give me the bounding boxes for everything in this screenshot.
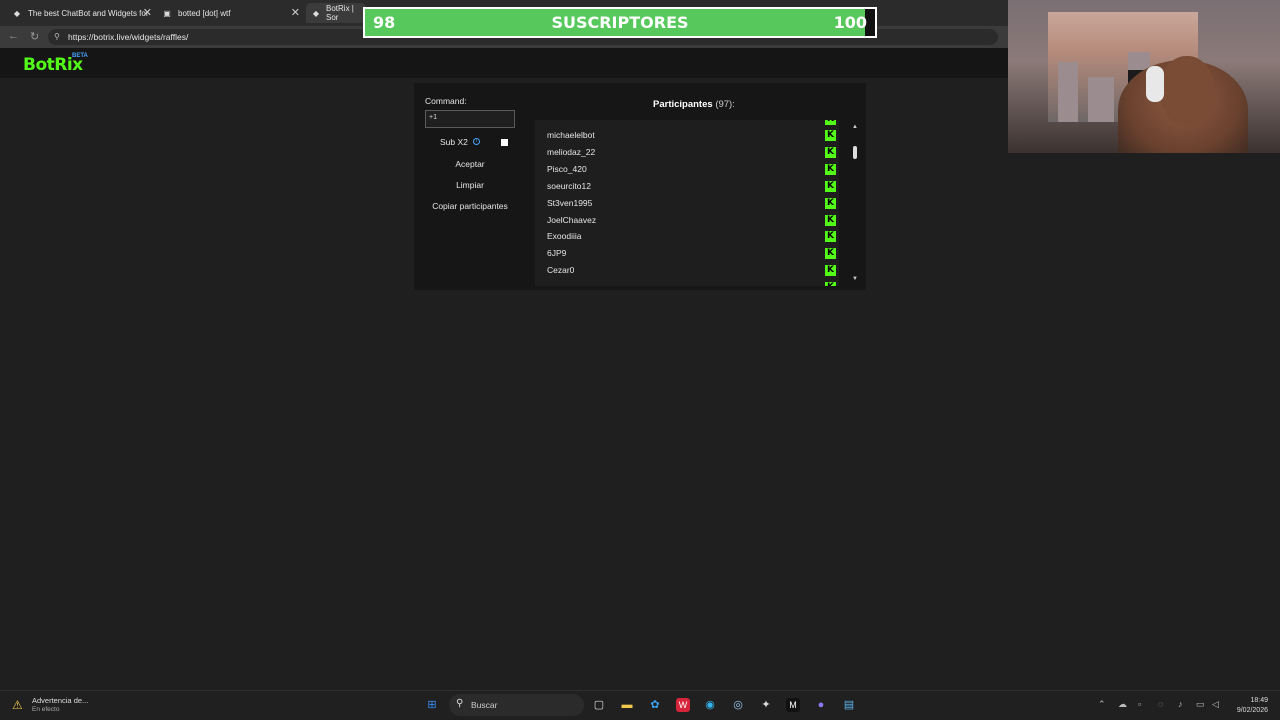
participant-name: Exoodiiia xyxy=(547,231,582,242)
participant-name: michaelelbot xyxy=(547,130,595,140)
tab-botrix[interactable]: ◆ BotRix | Sor xyxy=(306,3,366,23)
volume-icon[interactable]: ◁ xyxy=(1212,699,1219,710)
copilot-icon[interactable]: ✿ xyxy=(648,698,662,712)
participant-name: Cezar0 xyxy=(547,265,575,276)
microphone-icon[interactable]: ♪ xyxy=(1178,699,1183,709)
task-view-icon[interactable]: ▢ xyxy=(592,698,606,712)
streamer-head xyxy=(1160,56,1214,126)
tab-title: The best ChatBot and Widgets for xyxy=(28,8,149,18)
taskbar xyxy=(0,690,1280,720)
tray-app2-icon[interactable]: ◌ xyxy=(1158,699,1163,709)
kick-icon: K xyxy=(825,130,836,141)
file-explorer-icon[interactable]: ▬ xyxy=(620,698,634,712)
webcam-feed xyxy=(1008,0,1280,153)
windows-start-icon[interactable]: ⊞ xyxy=(425,698,439,712)
close-icon[interactable]: ✕ xyxy=(291,6,300,19)
time: 18:49 xyxy=(1250,697,1268,704)
steam-icon[interactable]: ◎ xyxy=(731,698,745,712)
kick-icon: K xyxy=(825,231,836,243)
goal-target: 100 xyxy=(833,13,867,32)
clear-button[interactable]: Limpiar xyxy=(425,177,515,192)
network-icon[interactable]: ▭ xyxy=(1196,699,1205,710)
botrix-icon: ◆ xyxy=(13,8,21,18)
edge-icon[interactable]: ◉ xyxy=(703,698,717,712)
participants-count: (97): xyxy=(715,99,735,110)
command-input[interactable]: +1 xyxy=(425,110,515,128)
wps-icon[interactable]: W xyxy=(676,698,690,712)
kick-icon: K xyxy=(825,163,836,175)
date: 9/02/2026 xyxy=(1236,707,1268,714)
notification-subtitle: En efecto xyxy=(32,706,60,713)
site-info-icon[interactable]: ⚲ xyxy=(54,32,60,41)
sub-x2-label: Sub X2 xyxy=(440,137,468,147)
participant-name: soeurcito12 xyxy=(547,180,591,191)
tray-chevron-icon[interactable]: ⌃ xyxy=(1098,699,1106,710)
headset xyxy=(1146,66,1164,102)
tab-title: botted [dot] wtf xyxy=(178,8,231,18)
app-m-icon[interactable]: M xyxy=(786,698,800,712)
notification-title[interactable]: Advertencia de... xyxy=(32,696,88,705)
subscriber-goal-bar: 98 SUSCRIPTORES 100 xyxy=(363,7,877,38)
scroll-thumb[interactable] xyxy=(853,146,857,159)
accept-button[interactable]: Aceptar xyxy=(425,156,515,171)
beta-badge: BETA xyxy=(72,53,88,59)
game-icon[interactable]: ✦ xyxy=(759,698,773,712)
tab-title: BotRix | Sor xyxy=(326,4,354,22)
participant-name: St3ven1995 xyxy=(547,197,593,208)
reload-icon[interactable]: ↻ xyxy=(30,30,39,43)
participant-name: 6JP9 xyxy=(547,248,567,259)
notepad-icon[interactable]: ▤ xyxy=(842,698,856,712)
onedrive-icon[interactable]: ☁ xyxy=(1118,699,1127,710)
discord-icon[interactable]: ● xyxy=(814,698,828,712)
app-header xyxy=(0,48,1008,78)
participant-name: meliodaz_22 xyxy=(547,146,596,157)
info-icon[interactable]: i xyxy=(473,138,480,145)
search-icon: ⚲ xyxy=(456,698,464,709)
url-text: https://botrix.live/widgets/raffles/ xyxy=(68,32,189,42)
site-icon: ▣ xyxy=(163,8,171,18)
kick-icon: K xyxy=(825,197,836,209)
scroll-up-icon[interactable]: ▲ xyxy=(852,124,858,130)
kick-icon: K xyxy=(825,214,836,226)
participants-list[interactable]: michaelelbot Kmeliodaz_22 K Pisco_420 Ksoeur… xyxy=(535,120,839,286)
botrix-icon: ◆ xyxy=(312,8,320,18)
warning-icon[interactable]: ⚠ xyxy=(12,698,23,712)
participant-name: Pisco_420 xyxy=(547,163,587,174)
close-icon[interactable]: ✕ xyxy=(143,6,152,19)
participants-title: Participantes (97): xyxy=(653,99,735,110)
clock[interactable]: 18:49 9/02/2026 xyxy=(1228,696,1268,716)
scroll-down-icon[interactable]: ▼ xyxy=(852,276,858,282)
kick-icon: K xyxy=(825,180,836,192)
copy-participants-button[interactable]: Copiar participantes xyxy=(425,198,515,213)
kick-icon: K xyxy=(825,120,836,125)
taskbar-search[interactable]: ⚲ Buscar xyxy=(449,694,584,716)
participant-name: JoelChaavez xyxy=(547,214,597,225)
kick-icon: K xyxy=(825,146,836,158)
tray-app-icon[interactable]: ▫ xyxy=(1138,699,1141,709)
tab-botted[interactable]: ▣ botted [dot] wtf ✕ xyxy=(156,3,304,23)
goal-label: SUSCRIPTORES xyxy=(551,13,689,32)
kick-icon: K xyxy=(825,265,836,277)
back-icon[interactable]: ← xyxy=(8,30,19,42)
kick-icon: K xyxy=(825,282,836,286)
tab-chatbot[interactable]: ◆ The best ChatBot and Widgets for ✕ xyxy=(6,3,156,23)
command-label: Command: xyxy=(425,96,467,106)
sub-x2-checkbox[interactable] xyxy=(501,139,508,146)
search-placeholder: Buscar xyxy=(471,700,498,710)
kick-icon: K xyxy=(825,248,836,260)
